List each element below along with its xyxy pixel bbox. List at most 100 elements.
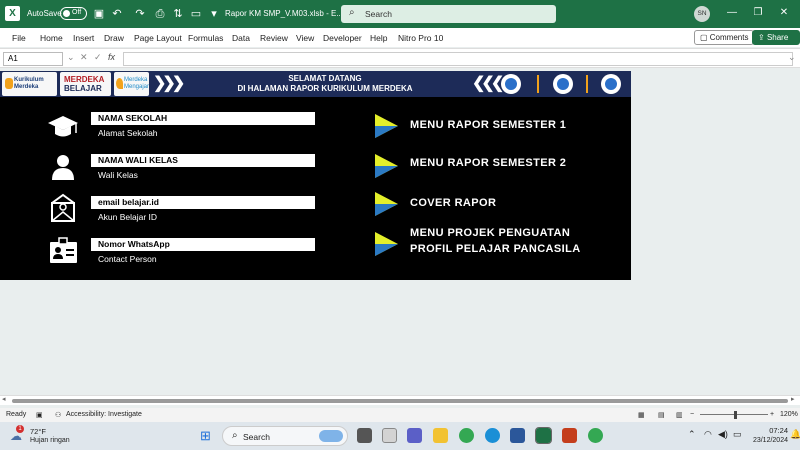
print-preview-icon[interactable]: ⎙ <box>153 7 167 21</box>
header-banner: Kurikulum Merdeka MERDEKA BELAJAR Merdek… <box>0 71 631 97</box>
zoom-level[interactable]: 120% <box>780 411 798 418</box>
temperature[interactable]: 72°F <box>30 427 46 436</box>
clock-time[interactable]: 07:24 <box>748 426 788 435</box>
school-name-field[interactable]: NAMA SEKOLAH <box>91 112 315 125</box>
contact-card-icon <box>50 237 77 263</box>
notification-icon[interactable]: 🔔 <box>790 429 800 440</box>
tab-draw[interactable]: Draw <box>104 33 124 43</box>
tab-formulas[interactable]: Formulas <box>188 33 223 43</box>
formula-bar: A1 ⌄ ✕ ✓ fx ⌄ <box>0 48 800 68</box>
play-arrow-icon[interactable] <box>372 230 400 258</box>
close-icon[interactable]: ✕ <box>777 7 791 18</box>
task-view-icon[interactable] <box>357 428 372 443</box>
tab-page-layout[interactable]: Page Layout <box>134 33 182 43</box>
excel-taskbar-icon[interactable] <box>535 427 552 444</box>
tab-help[interactable]: Help <box>370 33 387 43</box>
horizontal-scrollbar[interactable]: ◂ ▸ <box>0 395 800 405</box>
share-button[interactable]: ⇪ Share ▾ <box>752 30 800 55</box>
cover-rapor-button[interactable]: COVER RAPOR <box>410 195 496 211</box>
search-icon: ⌕ <box>349 7 355 18</box>
whatsapp-field[interactable]: Nomor WhatsApp <box>91 238 315 251</box>
play-arrow-icon[interactable] <box>372 190 400 218</box>
tab-developer[interactable]: Developer <box>323 33 362 43</box>
sort-icon[interactable]: ⇅ <box>171 7 185 21</box>
homeroom-teacher-field[interactable]: NAMA WALI KELAS <box>91 154 315 167</box>
dashboard-panel: NAMA SEKOLAH Alamat Sekolah NAMA WALI KE… <box>0 97 631 280</box>
kemendikbud-logo-icon <box>553 74 573 94</box>
image-icon[interactable]: ▭ <box>189 7 203 21</box>
email-field[interactable]: email belajar.id <box>91 196 315 209</box>
cancel-formula-icon[interactable]: ✕ <box>80 52 88 63</box>
comments-button[interactable]: ▢ Comments <box>694 30 755 45</box>
undo-icon[interactable]: ↶ <box>110 7 124 21</box>
expand-formula-icon[interactable]: ⌄ <box>788 52 796 63</box>
play-arrow-icon[interactable] <box>372 152 400 180</box>
minimize-icon[interactable]: — <box>725 7 739 18</box>
clock-date[interactable]: 23/12/2024 <box>738 437 788 444</box>
logo2-line2: BELAJAR <box>64 84 102 93</box>
autosave-toggle[interactable]: Off <box>60 7 87 20</box>
windows-start-icon[interactable]: ⊞ <box>200 428 211 444</box>
search-box[interactable]: ⌕ Search <box>341 5 556 23</box>
chrome-profile-icon[interactable] <box>588 428 603 443</box>
contact-person-caption: Contact Person <box>98 254 157 264</box>
menu-semester-2-button[interactable]: MENU RAPOR SEMESTER 2 <box>410 155 566 171</box>
zoom-out-icon[interactable]: − <box>690 411 694 418</box>
weather-description[interactable]: Hujan ringan <box>30 437 70 444</box>
graduation-cap-icon <box>48 116 78 137</box>
wifi-icon[interactable]: ◠ <box>704 429 712 440</box>
tab-home[interactable]: Home <box>40 33 63 43</box>
scroll-left-icon[interactable]: ◂ <box>2 395 6 403</box>
restore-icon[interactable]: ❐ <box>751 7 765 18</box>
powerpoint-icon[interactable] <box>562 428 577 443</box>
tab-insert[interactable]: Insert <box>73 33 94 43</box>
accessibility-status[interactable]: Accessibility: Investigate <box>66 411 142 418</box>
word-icon[interactable] <box>510 428 525 443</box>
menu-semester-1-button[interactable]: MENU RAPOR SEMESTER 1 <box>410 117 566 133</box>
windows-taskbar: ☁ 1 72°F Hujan ringan ⊞ ⌕ Search ⌃ ◠ ◀) … <box>0 422 800 450</box>
save-icon[interactable]: ▣ <box>92 7 106 21</box>
chevron-right-icon: ❯❯❯ <box>153 75 185 92</box>
formula-input[interactable] <box>123 52 793 66</box>
tab-data[interactable]: Data <box>232 33 250 43</box>
zoom-in-icon[interactable]: + <box>770 411 774 418</box>
taskbar-search[interactable]: ⌕ Search <box>222 426 348 446</box>
page-layout-view-icon[interactable]: ▤ <box>658 411 665 419</box>
name-box-dropdown-icon[interactable]: ⌄ <box>67 52 75 63</box>
zoom-slider-thumb[interactable] <box>734 411 737 419</box>
tray-chevron-icon[interactable]: ⌃ <box>688 429 696 440</box>
scroll-right-icon[interactable]: ▸ <box>791 395 795 403</box>
redo-icon[interactable]: ↷ <box>133 7 147 21</box>
avatar[interactable]: SN <box>694 6 710 22</box>
fx-icon[interactable]: fx <box>108 52 115 62</box>
worksheet[interactable]: Kurikulum Merdeka MERDEKA BELAJAR Merdek… <box>0 68 800 408</box>
tab-file[interactable]: File <box>12 33 26 43</box>
tab-view[interactable]: View <box>296 33 314 43</box>
tab-nitro-pro[interactable]: Nitro Pro 10 <box>398 33 443 43</box>
play-arrow-icon[interactable] <box>372 112 400 140</box>
weather-badge: 1 <box>16 425 24 433</box>
chrome-icon[interactable] <box>459 428 474 443</box>
edge-icon[interactable] <box>485 428 500 443</box>
window-title: Rapor KM SMP_V.M03.xlsb - E... <box>225 9 343 18</box>
teams-icon[interactable] <box>407 428 422 443</box>
normal-view-icon[interactable]: ▦ <box>638 411 645 419</box>
menu-projek-button[interactable]: MENU PROJEK PENGUATAN PROFIL PELAJAR PAN… <box>410 225 581 257</box>
customize-toolbar-icon[interactable]: ▾ <box>207 7 221 21</box>
ribbon-tabs: File Home Insert Draw Page Layout Formul… <box>0 28 800 55</box>
volume-icon[interactable]: ◀) <box>718 429 728 440</box>
share-label: Share <box>766 33 789 42</box>
scroll-thumb[interactable] <box>12 399 788 403</box>
tab-review[interactable]: Review <box>260 33 288 43</box>
confirm-formula-icon[interactable]: ✓ <box>94 52 102 63</box>
merdeka-belajar-logo: MERDEKA BELAJAR <box>60 72 111 96</box>
logo-mark-icon <box>5 78 13 89</box>
widgets-icon[interactable] <box>382 428 397 443</box>
page-break-view-icon[interactable]: ▥ <box>676 411 683 419</box>
school-address: Alamat Sekolah <box>98 128 158 138</box>
menu-projek-line2: PROFIL PELAJAR PANCASILA <box>410 243 581 255</box>
autosave-state: Off <box>72 9 82 16</box>
file-explorer-icon[interactable] <box>433 428 448 443</box>
macro-record-icon[interactable]: ▣ <box>36 411 43 419</box>
name-box[interactable]: A1 <box>3 52 63 66</box>
